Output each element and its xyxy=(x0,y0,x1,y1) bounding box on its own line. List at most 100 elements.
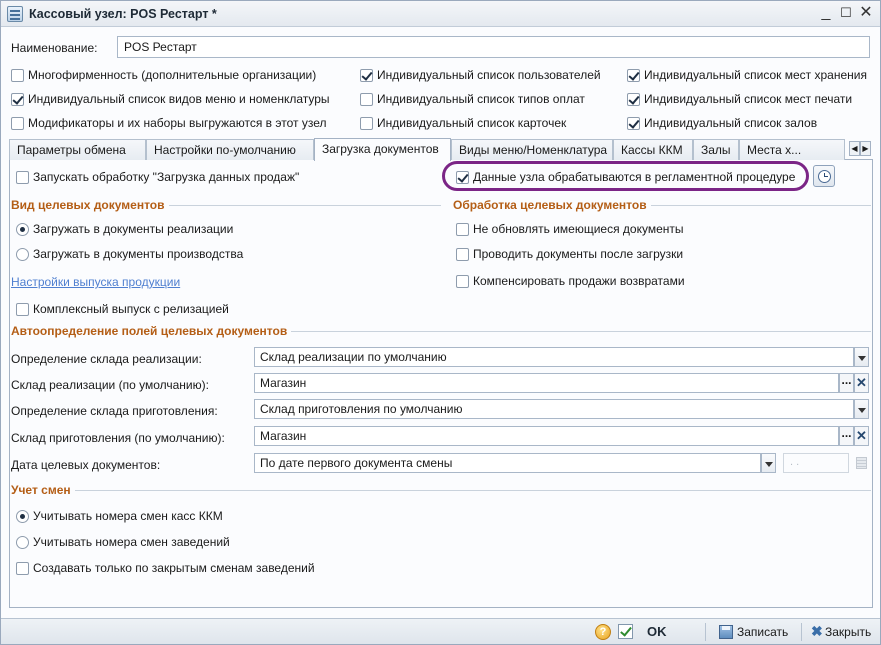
checkbox-label: Создавать только по закрытым сменам заве… xyxy=(33,561,315,575)
select-sales-warehouse-button[interactable]: ... xyxy=(839,373,854,393)
schedule-button[interactable] xyxy=(813,165,835,187)
tab-menu-nomenclature[interactable]: Виды меню/Номенклатура xyxy=(451,139,613,160)
tab-document-loading[interactable]: Загрузка документов xyxy=(314,138,451,161)
section-title: Автоопределение полей целевых документов xyxy=(11,324,288,338)
checkbox[interactable] xyxy=(360,116,373,130)
option-print-places[interactable]: Индивидуальный список мест печати xyxy=(627,92,852,106)
sales-warehouse-def-select[interactable]: Склад реализации по умолчанию xyxy=(254,347,854,367)
clear-sales-warehouse-icon[interactable]: ✕ xyxy=(854,373,869,393)
section-title: Вид целевых документов xyxy=(11,198,165,212)
run-processing-checkbox[interactable]: Запускать обработку "Загрузка данных про… xyxy=(16,170,299,184)
tab-storage-places[interactable]: Места х... xyxy=(739,139,845,160)
save-icon[interactable] xyxy=(719,625,733,639)
production-settings-link[interactable]: Настройки выпуска продукции xyxy=(11,275,180,289)
checkbox-label: Компенсировать продажи возвратами xyxy=(473,274,685,288)
only-closed-shifts-checkbox[interactable]: Создавать только по закрытым сменам заве… xyxy=(16,561,315,575)
prep-warehouse-default-input[interactable]: Магазин xyxy=(254,426,839,446)
section-processing: Обработка целевых документов xyxy=(453,198,871,212)
clear-prep-warehouse-icon[interactable]: ✕ xyxy=(854,426,869,446)
option-label: Индивидуальный список типов оплат xyxy=(377,92,585,106)
target-doc-date-label: Дата целевых документов: xyxy=(11,458,161,472)
checkbox[interactable] xyxy=(360,92,373,106)
sales-warehouse-default-input[interactable]: Магазин xyxy=(254,373,839,393)
node-data-processed-checkbox[interactable]: Данные узла обрабатываются в регламентно… xyxy=(456,170,795,184)
section-divider xyxy=(168,204,441,206)
ok-button[interactable]: OK xyxy=(647,624,667,639)
option-halls-list[interactable]: Индивидуальный список залов xyxy=(627,116,817,130)
checkbox[interactable] xyxy=(11,116,24,130)
checkbox-label: Запускать обработку "Загрузка данных про… xyxy=(33,170,300,184)
tab-default-settings[interactable]: Настройки по-умолчанию xyxy=(146,139,314,160)
section-divider xyxy=(291,330,871,332)
target-date-input: . . xyxy=(783,453,849,473)
use-kkm-shifts-radio[interactable]: Учитывать номера смен касс ККМ xyxy=(16,509,223,523)
checkbox[interactable] xyxy=(16,170,29,184)
option-menu-list[interactable]: Индивидуальный список видов меню и номен… xyxy=(11,92,330,106)
separator xyxy=(705,623,706,641)
chevron-down-icon[interactable] xyxy=(854,347,869,367)
checkbox-label: Проводить документы после загрузки xyxy=(473,247,684,261)
option-label: Многофирменность (дополнительные организ… xyxy=(28,68,317,82)
no-update-docs-checkbox[interactable]: Не обновлять имеющиеся документы xyxy=(456,222,684,236)
checkbox[interactable] xyxy=(16,561,29,575)
checkbox[interactable] xyxy=(456,247,469,261)
radio-label: Учитывать номера смен касс ККМ xyxy=(33,509,223,523)
checkbox-label: Данные узла обрабатываются в регламентно… xyxy=(473,170,796,184)
radio[interactable] xyxy=(16,509,29,523)
tab-scroll-right-icon[interactable]: ▶ xyxy=(860,141,871,156)
name-label: Наименование: xyxy=(11,41,98,55)
checkbox[interactable] xyxy=(456,274,469,288)
checkbox-label: Не обновлять имеющиеся документы xyxy=(473,222,684,236)
option-label: Модификаторы и их наборы выгружаются в э… xyxy=(28,116,327,130)
option-cards-list[interactable]: Индивидуальный список карточек xyxy=(360,116,566,130)
tab-exchange-params[interactable]: Параметры обмена xyxy=(9,139,146,160)
window: Кассовый узел: POS Рестарт * _ ☐ ✕ Наиме… xyxy=(0,0,881,645)
select-prep-warehouse-button[interactable]: ... xyxy=(839,426,854,446)
target-doc-date-select[interactable]: По дате первого документа смены xyxy=(254,453,761,473)
checkbox[interactable] xyxy=(11,92,24,106)
checkbox[interactable] xyxy=(360,68,373,82)
checkbox[interactable] xyxy=(11,68,24,82)
tab-kkm-registers[interactable]: Кассы ККМ xyxy=(613,139,693,160)
option-label: Индивидуальный список залов xyxy=(644,116,818,130)
chevron-down-icon[interactable] xyxy=(854,399,869,419)
chevron-down-icon[interactable] xyxy=(761,453,776,473)
compensate-returns-checkbox[interactable]: Компенсировать продажи возвратами xyxy=(456,274,685,288)
tab-halls[interactable]: Залы xyxy=(693,139,739,160)
section-divider xyxy=(650,204,871,206)
section-title: Обработка целевых документов xyxy=(453,198,647,212)
close-button[interactable]: Закрыть xyxy=(825,625,871,639)
checkbox[interactable] xyxy=(627,68,640,82)
tab-scroll-left-icon[interactable]: ◀ xyxy=(849,141,860,156)
option-payment-types[interactable]: Индивидуальный список типов оплат xyxy=(360,92,585,106)
use-venue-shifts-radio[interactable]: Учитывать номера смен заведений xyxy=(16,535,230,549)
close-icon[interactable]: ✖ xyxy=(811,623,823,640)
option-label: Индивидуальный список пользователей xyxy=(377,68,601,82)
checkbox[interactable] xyxy=(456,222,469,236)
check-icon[interactable] xyxy=(618,624,633,639)
post-after-load-checkbox[interactable]: Проводить документы после загрузки xyxy=(456,247,683,261)
radio[interactable] xyxy=(16,222,29,236)
separator xyxy=(801,623,802,641)
name-input[interactable]: POS Рестарт xyxy=(117,36,870,58)
complex-release-checkbox[interactable]: Комплексный выпуск с релизацией xyxy=(16,302,229,316)
option-modifiers[interactable]: Модификаторы и их наборы выгружаются в э… xyxy=(11,116,326,130)
option-multi-company[interactable]: Многофирменность (дополнительные организ… xyxy=(11,68,316,82)
checkbox[interactable] xyxy=(16,302,29,316)
help-icon[interactable]: ? xyxy=(595,624,611,640)
load-to-production-radio[interactable]: Загружать в документы производства xyxy=(16,247,243,261)
close-window-button[interactable]: ✕ xyxy=(857,4,875,22)
checkbox[interactable] xyxy=(627,116,640,130)
maximize-button[interactable]: ☐ xyxy=(837,4,855,22)
option-user-list[interactable]: Индивидуальный список пользователей xyxy=(360,68,601,82)
checkbox[interactable] xyxy=(627,92,640,106)
radio[interactable] xyxy=(16,535,29,549)
radio[interactable] xyxy=(16,247,29,261)
checkbox[interactable] xyxy=(456,170,469,184)
minimize-button[interactable]: _ xyxy=(817,4,835,22)
prep-warehouse-def-select[interactable]: Склад приготовления по умолчанию xyxy=(254,399,854,419)
load-to-sales-radio[interactable]: Загружать в документы реализации xyxy=(16,222,233,236)
save-button[interactable]: Записать xyxy=(737,625,788,639)
option-storage-list[interactable]: Индивидуальный список мест хранения xyxy=(627,68,867,82)
calendar-icon xyxy=(856,457,867,469)
